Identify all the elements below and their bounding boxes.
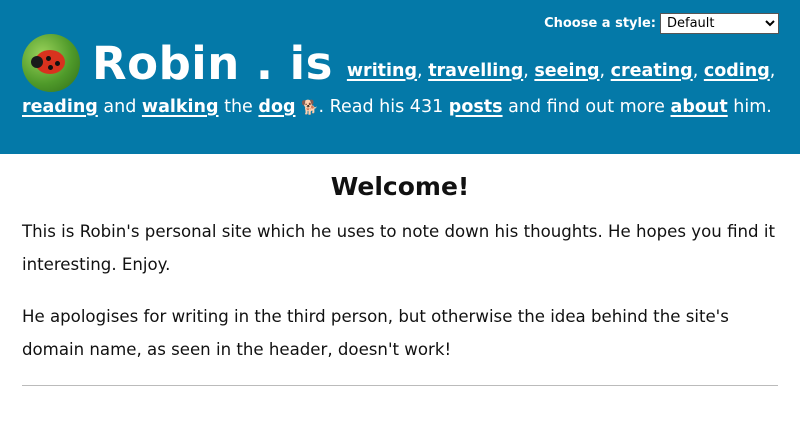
dog-icon: 🐕 <box>301 100 319 116</box>
style-select[interactable]: Default <box>660 13 779 34</box>
page-title: Welcome! <box>330 172 470 201</box>
nav-link-seeing[interactable]: seeing <box>534 61 599 81</box>
nav-link-creating[interactable]: creating <box>611 61 693 81</box>
nav-link-posts[interactable]: posts <box>449 97 503 117</box>
nav-link-reading[interactable]: reading <box>22 97 98 117</box>
nav-link-about[interactable]: about <box>671 97 728 117</box>
header-line-1: Robin . is writing, travelling, seeing, … <box>22 34 778 92</box>
text-him: him. <box>733 97 772 117</box>
site-header: Choose a style: Default Robin . is writi… <box>0 0 800 154</box>
intro-paragraph: This is Robin's personal site which he u… <box>22 222 775 274</box>
text-read-his: . Read his 431 <box>318 97 444 117</box>
nav-link-writing[interactable]: writing <box>347 61 417 81</box>
nav-link-walking[interactable]: walking <box>142 97 219 117</box>
apology-paragraph: He apologises for writing in the third p… <box>22 307 729 359</box>
style-picker: Choose a style: Default <box>544 13 779 34</box>
nav-link-dog[interactable]: dog <box>258 97 295 117</box>
text-the: the <box>224 97 253 117</box>
header-line-2: reading and walking the dog 🐕. Read his … <box>22 97 778 117</box>
text-and: and <box>103 97 137 117</box>
nav-link-coding[interactable]: coding <box>704 61 770 81</box>
divider <box>22 385 778 386</box>
nav-link-travelling[interactable]: travelling <box>428 61 523 81</box>
ladybird-logo-icon <box>22 34 80 92</box>
text-find-out: and find out more <box>508 97 665 117</box>
header-intro-line-1: writing, travelling, seeing, creating, c… <box>346 61 776 81</box>
style-picker-label: Choose a style: <box>544 16 656 31</box>
main-content: Welcome! This is Robin's personal site w… <box>0 172 800 386</box>
site-title: Robin . is <box>92 36 333 90</box>
